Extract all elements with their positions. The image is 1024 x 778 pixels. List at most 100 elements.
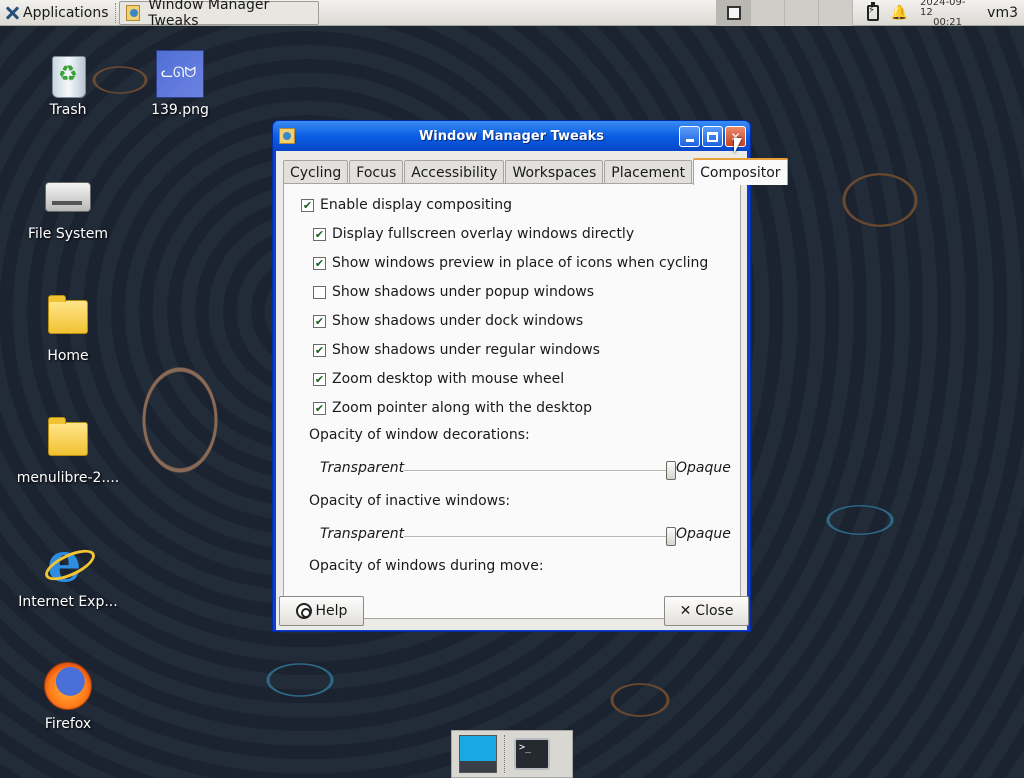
window-manager-tweaks-dialog: Window Manager Tweaks ✕ Cycling Focus Ac… bbox=[272, 120, 788, 632]
applications-menu-button[interactable]: Applications bbox=[0, 0, 113, 26]
close-button[interactable]: ✕ Close bbox=[664, 596, 749, 626]
help-lifebuoy-icon bbox=[295, 603, 312, 619]
image-file-icon bbox=[156, 50, 204, 98]
desktop-icon-label: Trash bbox=[49, 102, 87, 118]
dock-separator bbox=[504, 735, 506, 773]
minimize-button[interactable] bbox=[679, 126, 700, 147]
option-shadows-dock[interactable]: ✔ Show shadows under dock windows bbox=[313, 313, 583, 329]
tab-bar: Cycling Focus Accessibility Workspaces P… bbox=[283, 158, 789, 185]
desktop-icon-file-system[interactable]: File System bbox=[20, 172, 116, 242]
decorations-opacity-slider-thumb[interactable] bbox=[666, 461, 676, 480]
system-tray: 🔔 2024-09-12 00:21 vm3 bbox=[852, 0, 1024, 28]
checkbox[interactable]: ✔ bbox=[313, 401, 326, 415]
clock-date: 2024-09-12 bbox=[920, 0, 966, 18]
option-label: Show windows preview in place of icons w… bbox=[332, 255, 709, 271]
battery-icon[interactable] bbox=[867, 2, 879, 21]
taskbar-item-label: Window Manager Tweaks bbox=[148, 0, 270, 29]
workspace-2[interactable] bbox=[750, 0, 784, 26]
option-label: Zoom desktop with mouse wheel bbox=[332, 371, 565, 387]
notification-bell-icon[interactable]: 🔔 bbox=[891, 5, 908, 21]
window-title: Window Manager Tweaks bbox=[418, 128, 605, 144]
slider-track[interactable] bbox=[404, 536, 674, 538]
workspace-1[interactable] bbox=[716, 0, 750, 26]
desktop-icon-label: Internet Exp... bbox=[18, 594, 118, 610]
slider-min-label: Transparent bbox=[320, 460, 405, 476]
decorations-opacity-label: Opacity of window decorations: bbox=[309, 427, 530, 443]
option-label: Zoom pointer along with the desktop bbox=[332, 400, 592, 416]
checkbox[interactable]: ✔ bbox=[313, 372, 326, 386]
clock[interactable]: 2024-09-12 00:21 bbox=[920, 0, 975, 28]
tab-focus[interactable]: Focus bbox=[349, 160, 404, 184]
option-label: Show shadows under popup windows bbox=[332, 284, 595, 300]
folder-icon bbox=[48, 417, 88, 456]
slider-max-label: Opaque bbox=[676, 460, 731, 476]
bottom-dock: >_ bbox=[451, 730, 573, 778]
checkbox[interactable]: ✔ bbox=[313, 256, 326, 270]
help-label: Help bbox=[315, 603, 348, 619]
tab-placement[interactable]: Placement bbox=[604, 160, 693, 184]
slider-max-label: Opaque bbox=[676, 526, 731, 542]
desktop-icon-139-png[interactable]: 139.png bbox=[132, 50, 228, 118]
desktop-icon-label: 139.png bbox=[151, 102, 209, 118]
checkbox[interactable] bbox=[313, 285, 326, 299]
slider-min-label: Transparent bbox=[320, 526, 405, 542]
option-shadows-popup[interactable]: Show shadows under popup windows bbox=[313, 284, 594, 300]
workspace-switcher bbox=[716, 0, 852, 26]
desktop-icon-trash[interactable]: Trash bbox=[20, 50, 116, 118]
slider-track[interactable] bbox=[404, 470, 674, 472]
window-titlebar[interactable]: Window Manager Tweaks ✕ bbox=[273, 121, 750, 151]
option-windows-preview[interactable]: ✔ Show windows preview in place of icons… bbox=[313, 255, 708, 271]
desktop-icon-label: File System bbox=[27, 226, 109, 242]
checkbox[interactable]: ✔ bbox=[301, 198, 314, 212]
taskbar-item-window-manager-tweaks[interactable]: Window Manager Tweaks bbox=[118, 0, 319, 29]
inactive-opacity-slider-row: Transparent Opaque bbox=[320, 526, 731, 546]
inactive-opacity-slider-thumb[interactable] bbox=[666, 527, 676, 546]
dialog-content: Cycling Focus Accessibility Workspaces P… bbox=[276, 151, 788, 630]
user-menu[interactable]: vm3 bbox=[987, 5, 1024, 21]
option-shadows-regular[interactable]: ✔ Show shadows under regular windows bbox=[313, 342, 600, 358]
mouse-pointer-icon bbox=[734, 138, 742, 154]
show-desktop-icon bbox=[459, 735, 497, 773]
decorations-opacity-slider-row: Transparent Opaque bbox=[320, 460, 731, 480]
desktop-icon-label: menulibre-2.... bbox=[16, 470, 120, 486]
inactive-opacity-label: Opacity of inactive windows: bbox=[309, 493, 511, 509]
tab-compositor[interactable]: Compositor bbox=[693, 158, 788, 185]
help-button[interactable]: Help bbox=[279, 596, 364, 626]
close-icon: ✕ bbox=[679, 603, 692, 619]
tab-cycling[interactable]: Cycling bbox=[283, 160, 349, 184]
desktop-icon-internet-explorer[interactable]: Internet Exp... bbox=[18, 530, 118, 610]
internet-explorer-icon bbox=[45, 530, 91, 594]
minimize-icon bbox=[685, 139, 694, 142]
dock-show-desktop[interactable] bbox=[458, 734, 498, 774]
terminal-icon: >_ bbox=[514, 738, 550, 770]
option-enable-compositing[interactable]: ✔ Enable display compositing bbox=[301, 197, 512, 213]
applications-label: Applications bbox=[23, 4, 109, 21]
option-label: Display fullscreen overlay windows direc… bbox=[332, 226, 635, 242]
desktop-icon-label: Home bbox=[47, 348, 89, 364]
option-fullscreen-overlay[interactable]: ✔ Display fullscreen overlay windows dir… bbox=[313, 226, 634, 242]
desktop-icon-firefox[interactable]: Firefox bbox=[20, 662, 116, 732]
checkbox[interactable]: ✔ bbox=[313, 227, 326, 241]
checkbox[interactable]: ✔ bbox=[313, 314, 326, 328]
workspace-4[interactable] bbox=[818, 0, 852, 26]
settings-app-icon bbox=[125, 4, 141, 21]
option-zoom-pointer[interactable]: ✔ Zoom pointer along with the desktop bbox=[313, 400, 592, 416]
maximize-button[interactable] bbox=[702, 126, 723, 147]
option-label: Show shadows under regular windows bbox=[332, 342, 600, 358]
desktop-icon-menulibre[interactable]: menulibre-2.... bbox=[16, 416, 120, 486]
desktop-icon-home[interactable]: Home bbox=[20, 294, 116, 364]
checkbox[interactable]: ✔ bbox=[313, 343, 326, 357]
workspace-3[interactable] bbox=[784, 0, 818, 26]
trash-icon bbox=[46, 50, 90, 98]
window-mini-icon bbox=[726, 6, 741, 20]
settings-app-icon bbox=[279, 128, 295, 144]
desktop-icon-label: Firefox bbox=[44, 716, 92, 732]
top-panel: Applications Window Manager Tweaks 🔔 202… bbox=[0, 0, 1024, 29]
compositor-panel: ✔ Enable display compositing ✔ Display f… bbox=[283, 183, 741, 619]
dock-terminal[interactable]: >_ bbox=[512, 734, 552, 774]
move-opacity-label: Opacity of windows during move: bbox=[309, 558, 544, 574]
tab-accessibility[interactable]: Accessibility bbox=[404, 160, 505, 184]
firefox-icon bbox=[44, 662, 92, 710]
option-zoom-desktop[interactable]: ✔ Zoom desktop with mouse wheel bbox=[313, 371, 564, 387]
tab-workspaces[interactable]: Workspaces bbox=[505, 160, 604, 184]
